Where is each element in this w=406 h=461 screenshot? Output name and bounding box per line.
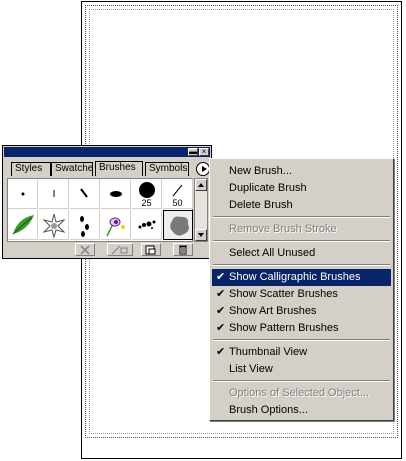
menu-item-label: Show Pattern Brushes bbox=[229, 322, 339, 334]
palette-tabs: Styles Swatches Brushes Symbols bbox=[7, 161, 193, 176]
menu-item-label: Show Scatter Brushes bbox=[229, 288, 338, 300]
brushes-palette-menu: New Brush... Duplicate Brush Delete Brus… bbox=[209, 158, 394, 421]
checkmark-icon: ✔ bbox=[216, 305, 226, 317]
menu-item-remove-brush-stroke: Remove Brush Stroke bbox=[212, 221, 391, 238]
brush-leaf[interactable] bbox=[8, 210, 38, 240]
brushes-palette: ▬ × Styles Swatches Brushes Symbols 25 5… bbox=[2, 145, 212, 259]
brush-grid-scrollbar[interactable] bbox=[194, 178, 208, 242]
brush-star-scatter[interactable] bbox=[39, 210, 69, 240]
menu-item-label: Delete Brush bbox=[229, 199, 293, 211]
menu-item-label: Options of Selected Object... bbox=[229, 387, 370, 399]
brush-footprints[interactable] bbox=[70, 210, 100, 240]
brush-blob-selected[interactable] bbox=[163, 210, 193, 240]
menu-separator bbox=[213, 380, 390, 382]
menu-item-label: Remove Brush Stroke bbox=[229, 223, 337, 235]
brush-splatter[interactable] bbox=[132, 210, 162, 240]
scroll-up-icon[interactable] bbox=[195, 179, 207, 191]
menu-item-label: Show Calligraphic Brushes bbox=[229, 271, 361, 283]
brush-grid: 25 50 bbox=[7, 178, 193, 242]
menu-item-new-brush[interactable]: New Brush... bbox=[212, 163, 391, 180]
scroll-down-icon[interactable] bbox=[195, 229, 207, 241]
tab-symbols[interactable]: Symbols bbox=[145, 162, 189, 176]
brush-line-50[interactable]: 50 bbox=[163, 179, 193, 209]
trash-icon[interactable] bbox=[173, 243, 193, 256]
menu-item-list-view[interactable]: List View bbox=[212, 361, 391, 378]
brush-calligraphic-1[interactable] bbox=[8, 179, 38, 209]
menu-item-label: Duplicate Brush bbox=[229, 182, 307, 194]
brush-options-icon[interactable] bbox=[107, 243, 133, 256]
minimize-icon[interactable]: ▬ bbox=[188, 148, 198, 156]
menu-item-brush-options[interactable]: Brush Options... bbox=[212, 402, 391, 419]
checkmark-icon: ✔ bbox=[216, 346, 226, 358]
menu-item-show-calligraphic-brushes[interactable]: ✔ Show Calligraphic Brushes bbox=[212, 269, 391, 286]
menu-item-duplicate-brush[interactable]: Duplicate Brush bbox=[212, 180, 391, 197]
tab-styles[interactable]: Styles bbox=[11, 162, 51, 176]
new-brush-icon[interactable] bbox=[141, 243, 161, 256]
menu-item-delete-brush[interactable]: Delete Brush bbox=[212, 197, 391, 214]
menu-item-label: Thumbnail View bbox=[229, 346, 308, 358]
brush-calligraphic-2[interactable] bbox=[39, 179, 69, 209]
brush-size-label: 50 bbox=[172, 198, 183, 208]
checkmark-icon: ✔ bbox=[216, 322, 226, 334]
menu-item-thumbnail-view[interactable]: ✔ Thumbnail View bbox=[212, 344, 391, 361]
menu-item-show-scatter-brushes[interactable]: ✔ Show Scatter Brushes bbox=[212, 286, 391, 303]
tab-brushes[interactable]: Brushes bbox=[95, 161, 143, 176]
brush-calligraphic-4[interactable] bbox=[101, 179, 131, 209]
menu-item-label: List View bbox=[229, 363, 273, 375]
menu-separator bbox=[213, 240, 390, 242]
checkmark-icon: ✔ bbox=[216, 271, 226, 283]
menu-item-label: New Brush... bbox=[229, 165, 292, 177]
palette-menu-icon[interactable] bbox=[196, 162, 210, 176]
palette-titlebar[interactable]: ▬ × bbox=[4, 147, 210, 157]
menu-item-show-pattern-brushes[interactable]: ✔ Show Pattern Brushes bbox=[212, 320, 391, 337]
menu-item-label: Show Art Brushes bbox=[229, 305, 317, 317]
close-icon[interactable]: × bbox=[199, 148, 209, 156]
menu-item-label: Select All Unused bbox=[229, 247, 316, 259]
remove-brush-stroke-icon[interactable] bbox=[75, 243, 95, 256]
menu-item-show-art-brushes[interactable]: ✔ Show Art Brushes bbox=[212, 303, 391, 320]
menu-item-options-of-selected-object: Options of Selected Object... bbox=[212, 385, 391, 402]
brush-flower-art[interactable] bbox=[101, 210, 131, 240]
brush-round-25[interactable]: 25 bbox=[132, 179, 162, 209]
tab-swatches[interactable]: Swatches bbox=[51, 162, 93, 176]
menu-separator bbox=[213, 339, 390, 341]
menu-item-select-all-unused[interactable]: Select All Unused bbox=[212, 245, 391, 262]
brush-calligraphic-3[interactable] bbox=[70, 179, 100, 209]
checkmark-icon: ✔ bbox=[216, 288, 226, 300]
brush-size-label: 25 bbox=[141, 198, 152, 208]
menu-item-label: Brush Options... bbox=[229, 404, 308, 416]
menu-separator bbox=[213, 216, 390, 218]
palette-footer bbox=[7, 243, 209, 257]
menu-separator bbox=[213, 264, 390, 266]
